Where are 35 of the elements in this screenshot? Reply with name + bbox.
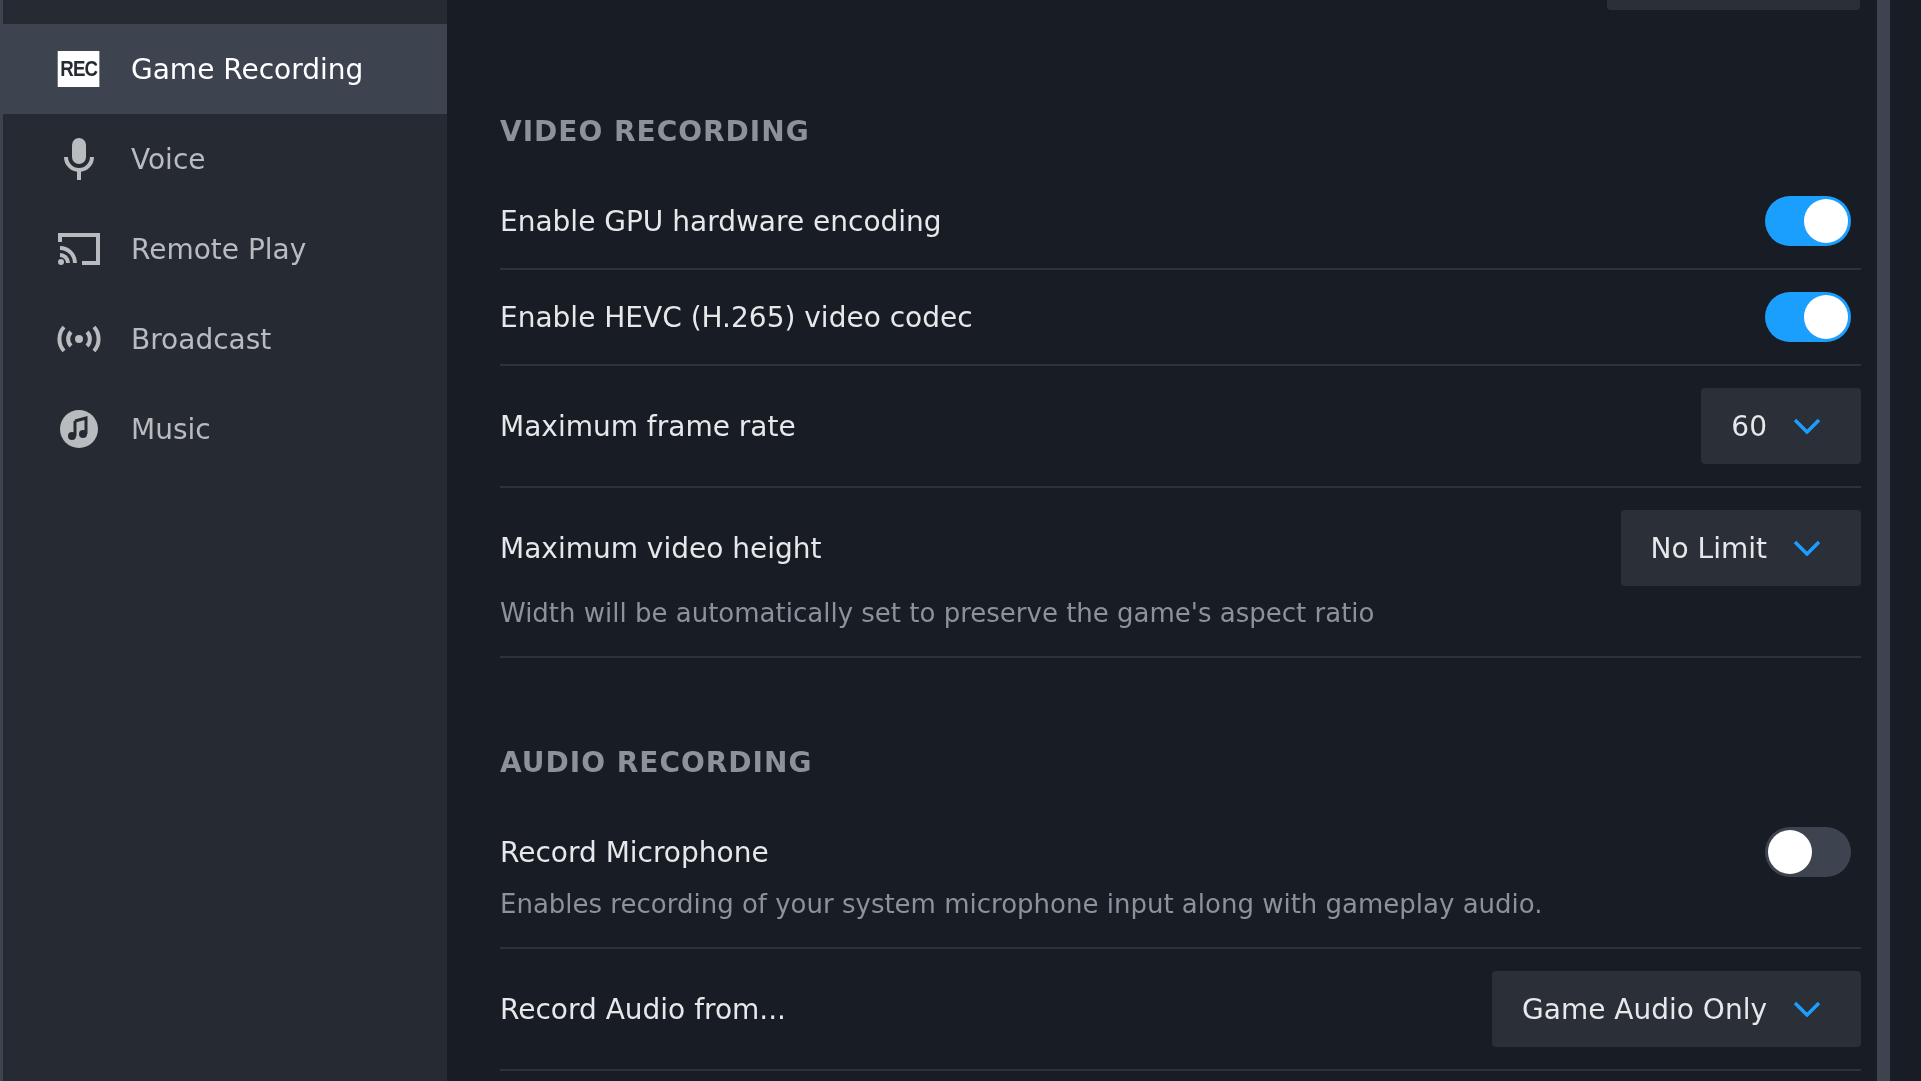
sidebar-item[interactable]: Broadcast: [3, 294, 447, 384]
sidebar-item-label: Voice: [131, 142, 206, 176]
dropdown[interactable]: 60: [1701, 388, 1861, 464]
scrollbar[interactable]: [1877, 0, 1890, 1081]
sidebar-item-label: Game Recording: [131, 52, 364, 86]
chevron-down-icon: [1793, 540, 1821, 556]
setting-label: Enable GPU hardware encoding: [500, 204, 942, 238]
setting-label: Record Microphone: [500, 835, 769, 869]
toggle-switch[interactable]: [1765, 827, 1851, 877]
chevron-down-icon: [1793, 1001, 1821, 1017]
setting-description: Width will be automatically set to preserve the game's aspect ratio: [500, 598, 1375, 628]
dropdown[interactable]: No Limit: [1620, 510, 1861, 586]
section-heading: VIDEO RECORDING: [500, 114, 811, 148]
music-icon: [60, 410, 98, 448]
cast-icon: [58, 233, 100, 265]
sidebar-item[interactable]: REC Game Recording: [3, 24, 447, 114]
sidebar-item-label: Broadcast: [131, 322, 272, 356]
broadcast-icon: [57, 325, 101, 353]
toggle-switch[interactable]: [1765, 292, 1851, 342]
setting-label: Record Audio from...: [500, 992, 786, 1026]
rec-icon: REC: [58, 51, 101, 87]
sidebar-item[interactable]: Music: [3, 384, 447, 474]
sidebar-item[interactable]: Voice: [3, 114, 447, 204]
microphone-icon: [61, 138, 97, 180]
setting-description: Enables recording of your system microphone input along with gameplay audio.: [500, 889, 1543, 919]
toggle-switch[interactable]: [1765, 196, 1851, 246]
dropdown[interactable]: Game Audio Only: [1492, 971, 1861, 1047]
setting-label: Maximum video height: [500, 531, 822, 565]
setting-label: Maximum frame rate: [500, 409, 796, 443]
setting-label: Enable HEVC (H.265) video codec: [500, 300, 973, 334]
sidebar-item-label: Music: [131, 412, 211, 446]
sidebar-item[interactable]: Remote Play: [3, 204, 447, 294]
section-heading: AUDIO RECORDING: [500, 745, 814, 779]
sidebar-item-label: Remote Play: [131, 232, 307, 266]
chevron-down-icon: [1793, 418, 1821, 434]
